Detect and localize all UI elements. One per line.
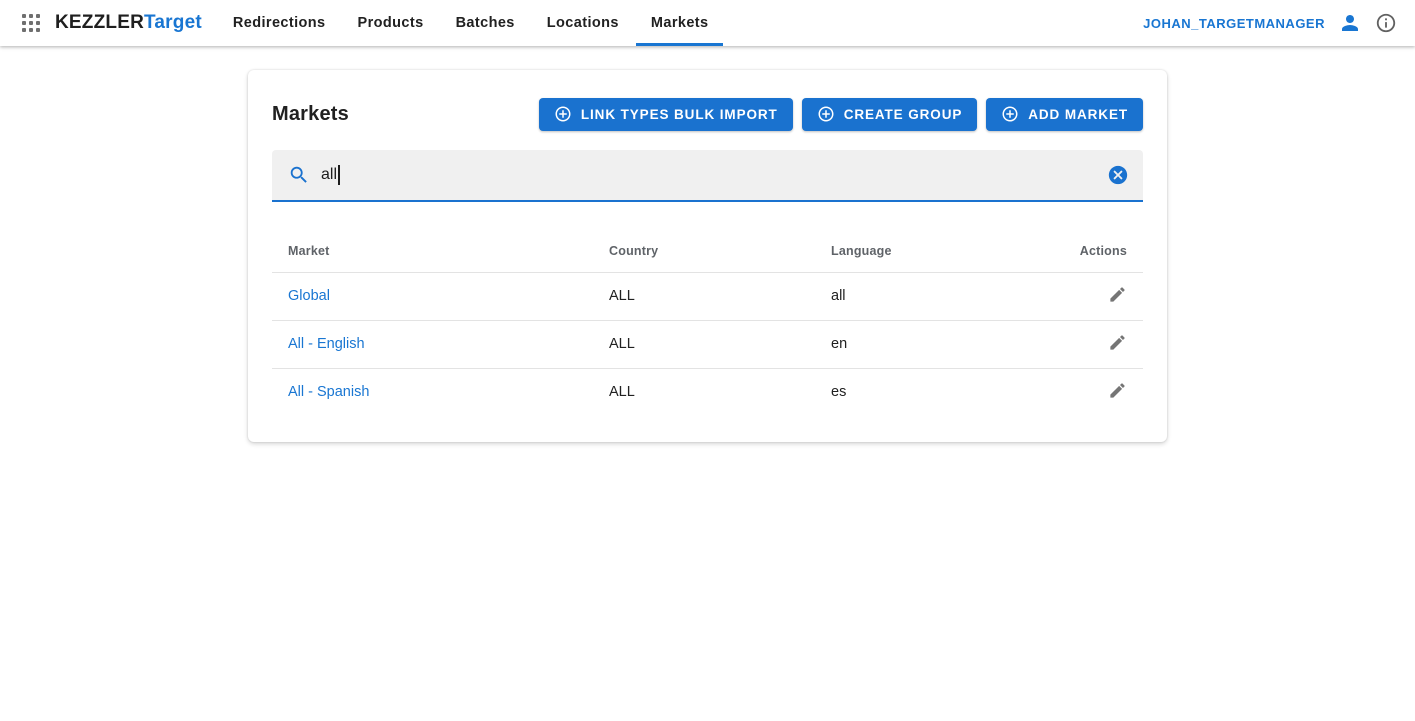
edit-pencil-icon[interactable]	[1108, 381, 1127, 400]
link-types-bulk-import-button[interactable]: LINK TYPES BULK IMPORT	[539, 98, 793, 131]
market-link[interactable]: Global	[288, 288, 330, 304]
market-cell: All - English	[272, 320, 609, 368]
clear-search-icon[interactable]	[1107, 164, 1129, 186]
edit-pencil-icon[interactable]	[1108, 285, 1127, 304]
add-market-button[interactable]: ADD MARKET	[986, 98, 1143, 131]
main-nav: Redirections Products Batches Locations …	[218, 0, 724, 46]
page-title: Markets	[272, 103, 349, 126]
person-icon[interactable]	[1338, 11, 1362, 35]
market-link[interactable]: All - English	[288, 336, 365, 352]
table-row: All - Spanish ALL es	[272, 368, 1143, 416]
search-icon	[288, 164, 310, 186]
column-header-market: Market	[272, 230, 609, 272]
actions-cell	[1023, 368, 1143, 416]
app-logo[interactable]: KEZZLERTarget	[55, 12, 202, 34]
main-content: Markets LINK TYPES BULK IMPORT CREATE GR…	[0, 70, 1415, 442]
toolbar: LINK TYPES BULK IMPORT CREATE GROUP ADD …	[539, 98, 1143, 131]
add-circle-icon	[554, 105, 572, 123]
button-label: LINK TYPES BULK IMPORT	[581, 107, 778, 122]
country-cell: ALL	[609, 272, 831, 320]
language-cell: all	[831, 272, 1023, 320]
language-cell: en	[831, 320, 1023, 368]
card-head: Markets LINK TYPES BULK IMPORT CREATE GR…	[272, 94, 1143, 134]
table-row: Global ALL all	[272, 272, 1143, 320]
nav-item-batches[interactable]: Batches	[441, 0, 530, 46]
country-cell: ALL	[609, 368, 831, 416]
app-header: KEZZLERTarget Redirections Products Batc…	[0, 0, 1415, 46]
table-header-row: Market Country Language Actions	[272, 230, 1143, 272]
markets-table: Market Country Language Actions Global A…	[272, 230, 1143, 416]
market-cell: All - Spanish	[272, 368, 609, 416]
apps-grid-icon[interactable]	[22, 14, 40, 32]
nav-item-products[interactable]: Products	[343, 0, 439, 46]
add-circle-icon	[1001, 105, 1019, 123]
nav-item-locations[interactable]: Locations	[532, 0, 634, 46]
button-label: ADD MARKET	[1028, 107, 1128, 122]
info-icon[interactable]	[1375, 12, 1397, 34]
column-header-country: Country	[609, 230, 831, 272]
create-group-button[interactable]: CREATE GROUP	[802, 98, 978, 131]
column-header-language: Language	[831, 230, 1023, 272]
header-right: JOHAN_TARGETMANAGER	[1143, 11, 1397, 35]
username[interactable]: JOHAN_TARGETMANAGER	[1143, 16, 1325, 31]
actions-cell	[1023, 320, 1143, 368]
edit-pencil-icon[interactable]	[1108, 333, 1127, 352]
nav-item-markets[interactable]: Markets	[636, 0, 724, 46]
nav-item-redirections[interactable]: Redirections	[218, 0, 341, 46]
logo-brand: KEZZLER	[55, 12, 144, 33]
language-cell: es	[831, 368, 1023, 416]
text-cursor	[338, 165, 340, 185]
add-circle-icon	[817, 105, 835, 123]
search-input[interactable]: all	[321, 166, 337, 184]
button-label: CREATE GROUP	[844, 107, 963, 122]
actions-cell	[1023, 272, 1143, 320]
table-row: All - English ALL en	[272, 320, 1143, 368]
country-cell: ALL	[609, 320, 831, 368]
markets-card: Markets LINK TYPES BULK IMPORT CREATE GR…	[248, 70, 1167, 442]
logo-product: Target	[144, 12, 202, 33]
column-header-actions: Actions	[1023, 230, 1143, 272]
search-field[interactable]: all	[272, 150, 1143, 202]
header-left: KEZZLERTarget Redirections Products Batc…	[22, 0, 723, 46]
market-link[interactable]: All - Spanish	[288, 384, 369, 400]
market-cell: Global	[272, 272, 609, 320]
